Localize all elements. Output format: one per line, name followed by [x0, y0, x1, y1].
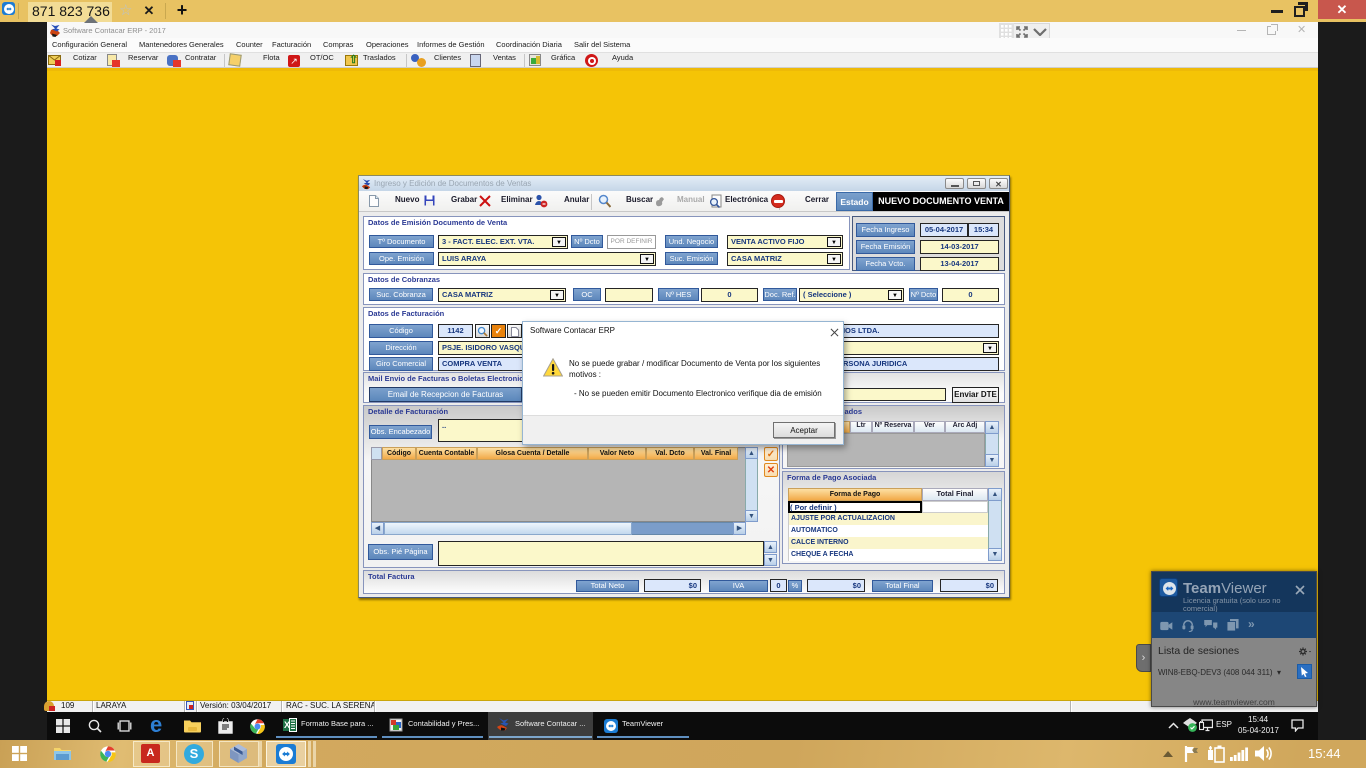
svg-text:X: X: [284, 720, 290, 730]
